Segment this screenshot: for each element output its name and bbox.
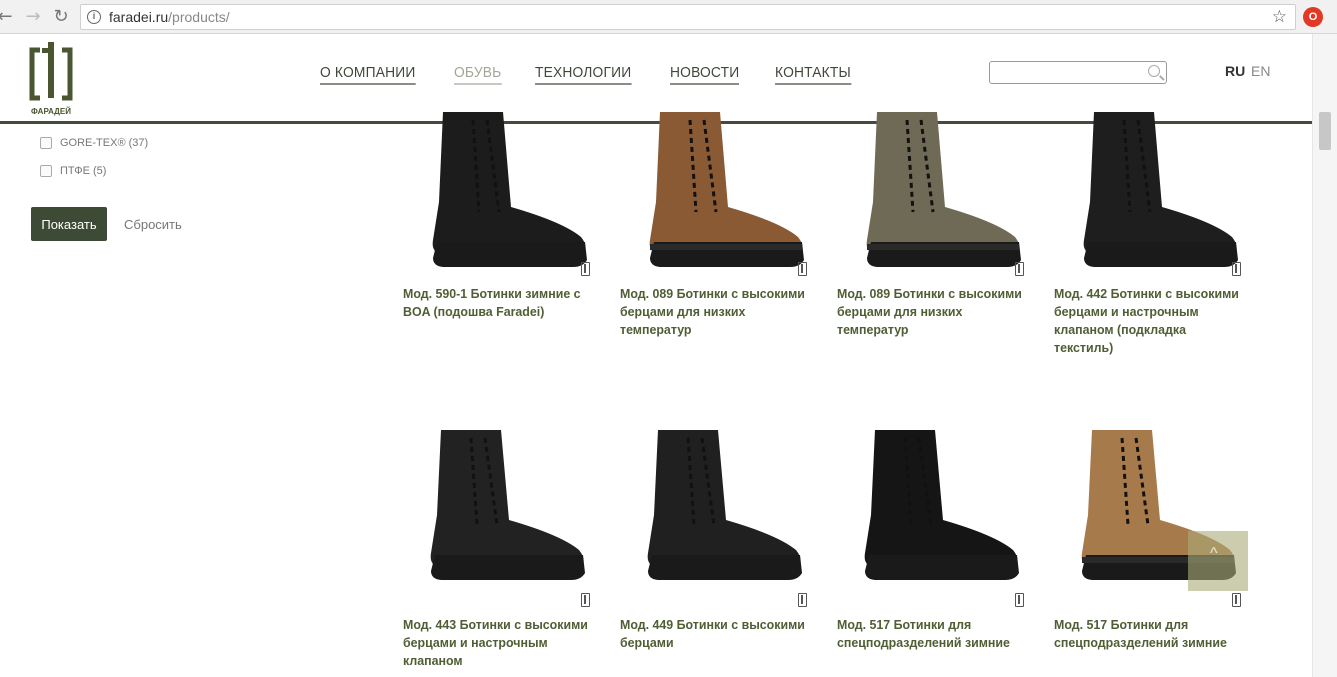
brand-mark-icon <box>581 593 590 607</box>
product-image[interactable] <box>628 425 828 595</box>
main-nav: О КОМПАНИИ ОБУВЬ ТЕХНОЛОГИИ НОВОСТИ КОНТ… <box>320 64 888 85</box>
product-title[interactable]: Мод. 517 Ботинки для спецподразделений з… <box>837 616 1025 652</box>
show-button[interactable]: Показать <box>31 207 107 241</box>
product-card[interactable]: Мод. 590-1 Ботинки зимние с BOA (подошва… <box>403 112 613 365</box>
product-image[interactable] <box>847 112 1047 282</box>
product-title[interactable]: Мод. 449 Ботинки с высокими берцами <box>620 616 808 652</box>
filter-label: ПТФЕ (5) <box>60 165 107 177</box>
product-title[interactable]: Мод. 517 Ботинки для спецподразделений з… <box>1054 616 1242 652</box>
nav-about[interactable]: О КОМПАНИИ <box>320 64 416 85</box>
filter-checkbox[interactable] <box>40 137 52 149</box>
url-host: faradei.ru <box>109 9 169 25</box>
product-image[interactable] <box>845 425 1045 595</box>
site-header: ФАРАДЕЙ О КОМПАНИИ ОБУВЬ ТЕХНОЛОГИИ НОВО… <box>0 34 1312 124</box>
bookmark-star-icon[interactable]: ☆ <box>1272 7 1287 27</box>
nav-contacts[interactable]: КОНТАКТЫ <box>775 64 852 85</box>
scroll-thumb[interactable] <box>1319 112 1331 150</box>
product-image[interactable] <box>411 425 611 595</box>
nav-technologies[interactable]: ТЕХНОЛОГИИ <box>535 64 632 85</box>
lang-en-link[interactable]: EN <box>1251 63 1270 79</box>
filter-goretex[interactable]: GORE-TEX® (37) <box>40 137 148 149</box>
product-card[interactable]: Мод. 449 Ботинки с высокими берцами <box>620 425 830 677</box>
nav-footwear[interactable]: ОБУВЬ <box>453 64 502 85</box>
filter-label: GORE-TEX® (37) <box>60 137 149 149</box>
product-image[interactable] <box>630 112 830 282</box>
product-title[interactable]: Мод. 590-1 Ботинки зимние с BOA (подошва… <box>403 285 591 321</box>
product-title[interactable]: Мод. 089 Ботинки с высокими берцами для … <box>620 285 808 339</box>
filter-ptfe[interactable]: ПТФЕ (5) <box>40 165 106 177</box>
product-image[interactable] <box>1064 112 1264 282</box>
back-arrow-icon[interactable]: ← <box>0 6 16 28</box>
lang-ru-link[interactable]: RU <box>1225 63 1245 79</box>
brand-mark-icon <box>1015 593 1024 607</box>
product-card[interactable]: Мод. 089 Ботинки с высокими берцами для … <box>620 112 830 365</box>
scroll-to-top-button[interactable]: ^ <box>1188 531 1248 591</box>
product-card[interactable]: Мод. 442 Ботинки с высокими берцами и на… <box>1054 112 1264 365</box>
brand-mark-icon <box>798 262 807 276</box>
faradei-logo[interactable]: ФАРАДЕЙ <box>28 40 74 118</box>
brand-mark-icon <box>1232 262 1241 276</box>
chevron-up-icon: ^ <box>1210 545 1218 562</box>
browser-toolbar: ← → ↻ i faradei.ru/products/ ☆ O <box>0 0 1337 34</box>
reload-icon[interactable]: ↻ <box>50 6 72 28</box>
brand-mark-icon <box>1232 593 1241 607</box>
search-input[interactable] <box>994 63 1144 83</box>
brand-mark-icon <box>1015 262 1024 276</box>
brand-mark-icon <box>581 262 590 276</box>
search-icon[interactable] <box>1148 65 1160 77</box>
nav-news[interactable]: НОВОСТИ <box>670 64 740 85</box>
product-title[interactable]: Мод. 443 Ботинки с высокими берцами и на… <box>403 616 591 670</box>
info-icon[interactable]: i <box>87 10 101 24</box>
address-bar[interactable]: i faradei.ru/products/ ☆ <box>80 4 1296 30</box>
product-card[interactable]: Мод. 089 Ботинки с высокими берцами для … <box>837 112 1047 365</box>
forward-arrow-icon[interactable]: → <box>22 6 44 28</box>
filter-checkbox[interactable] <box>40 165 52 177</box>
product-image[interactable] <box>413 112 613 282</box>
extension-icon[interactable]: O <box>1303 7 1323 27</box>
brand-mark-icon <box>798 593 807 607</box>
product-card[interactable]: Мод. 443 Ботинки с высокими берцами и на… <box>403 425 613 677</box>
url-path: /products/ <box>168 9 230 25</box>
product-title[interactable]: Мод. 442 Ботинки с высокими берцами и на… <box>1054 285 1242 357</box>
product-title[interactable]: Мод. 089 Ботинки с высокими берцами для … <box>837 285 1025 339</box>
product-card[interactable]: Мод. 517 Ботинки для спецподразделений з… <box>837 425 1047 677</box>
page-scrollbar[interactable] <box>1312 34 1337 677</box>
logo-caption: ФАРАДЕЙ <box>31 107 71 116</box>
url-text[interactable]: faradei.ru/products/ <box>109 9 230 25</box>
site-search <box>989 61 1167 84</box>
reset-link[interactable]: Сбросить <box>124 217 182 232</box>
